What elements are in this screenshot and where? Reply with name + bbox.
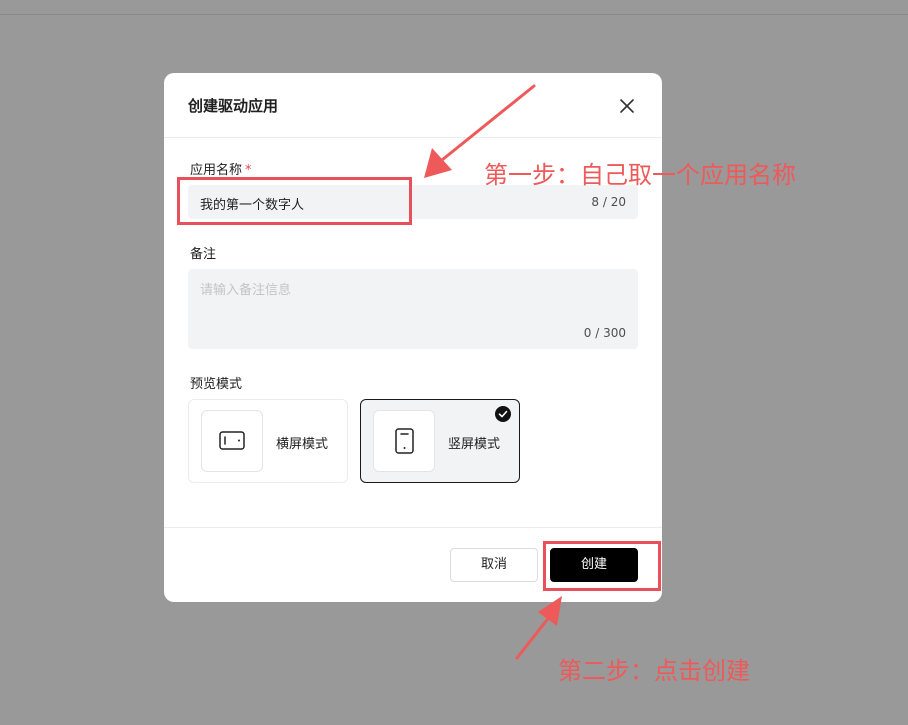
step2-annotation: 第二步：点击创建 bbox=[558, 657, 750, 685]
step1-annotation: 第一步：自己取一个应用名称 bbox=[484, 161, 796, 189]
step2-arrow bbox=[515, 596, 562, 660]
annotation-arrows bbox=[424, 84, 562, 660]
